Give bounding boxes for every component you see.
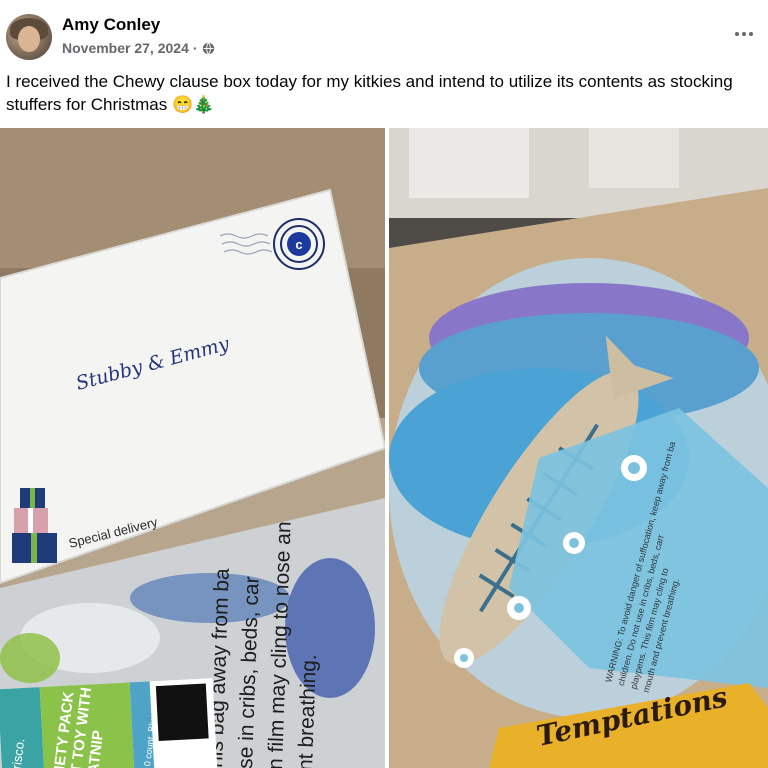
- photo-right[interactable]: WARNING: To avoid danger of suffocation,…: [389, 128, 768, 768]
- post-date[interactable]: November 27, 2024: [62, 40, 189, 56]
- globe-icon: [202, 41, 215, 55]
- bag-warning-line-4: nt breathing.: [294, 654, 321, 768]
- svg-text:c: c: [295, 237, 302, 252]
- post-header: Amy Conley November 27, 2024 ·: [0, 0, 768, 70]
- avatar[interactable]: [6, 14, 52, 60]
- product-package: frisco. RIETY PACK AT TOY WITH CATNIP 0 …: [0, 678, 218, 768]
- meta-separator: ·: [192, 40, 198, 56]
- more-options-icon[interactable]: [732, 22, 756, 46]
- post-caption: I received the Chewy clause box today fo…: [6, 72, 733, 114]
- post-meta: November 27, 2024 ·: [62, 40, 215, 56]
- author-name[interactable]: Amy Conley: [62, 15, 160, 35]
- photo-left[interactable]: c Stubby & Emmy Special delivery his bag…: [0, 128, 385, 768]
